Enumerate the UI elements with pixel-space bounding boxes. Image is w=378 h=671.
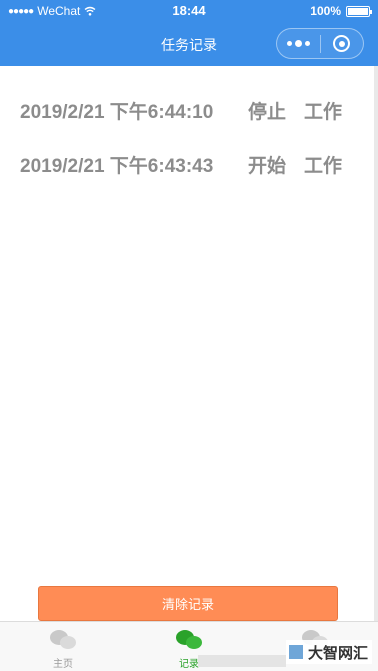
record-type: 工作 <box>304 101 343 123</box>
list-item: 2019/2/21 下午6:44:10 停止 工作 <box>20 96 342 124</box>
chat-bubbles-icon <box>49 628 77 654</box>
list-item: 2019/2/21 下午6:43:43 开始 工作 <box>20 150 342 178</box>
watermark-logo-icon <box>289 645 303 659</box>
tab-label: 主页 <box>53 659 73 670</box>
navigation-bar: 任务记录 <box>0 22 378 66</box>
battery-percent: 100% <box>310 4 341 18</box>
status-bar: ●●●●● WeChat 18:44 100% <box>0 0 378 22</box>
chat-bubbles-icon <box>175 628 203 654</box>
tab-label: 记录 <box>179 659 199 670</box>
target-close-icon[interactable] <box>321 29 364 58</box>
status-right: 100% <box>310 4 372 18</box>
watermark-text: 大智网汇 <box>308 644 369 662</box>
tab-home[interactable]: 主页 <box>0 622 126 671</box>
battery-fill <box>348 7 368 15</box>
record-action: 开始 <box>248 155 287 177</box>
more-dots-icon[interactable] <box>277 29 320 58</box>
record-datetime: 2019/2/21 下午6:44:10 <box>20 101 214 123</box>
page-scrollbar[interactable] <box>374 66 378 621</box>
battery-icon <box>346 5 372 17</box>
record-type: 工作 <box>304 155 343 177</box>
mini-program-capsule <box>276 28 364 59</box>
record-action: 停止 <box>248 101 287 123</box>
watermark: 大智网汇 <box>286 640 372 664</box>
clear-records-button[interactable]: 清除记录 <box>38 586 338 621</box>
overlay-strip <box>198 655 286 667</box>
record-datetime: 2019/2/21 下午6:43:43 <box>20 155 214 177</box>
